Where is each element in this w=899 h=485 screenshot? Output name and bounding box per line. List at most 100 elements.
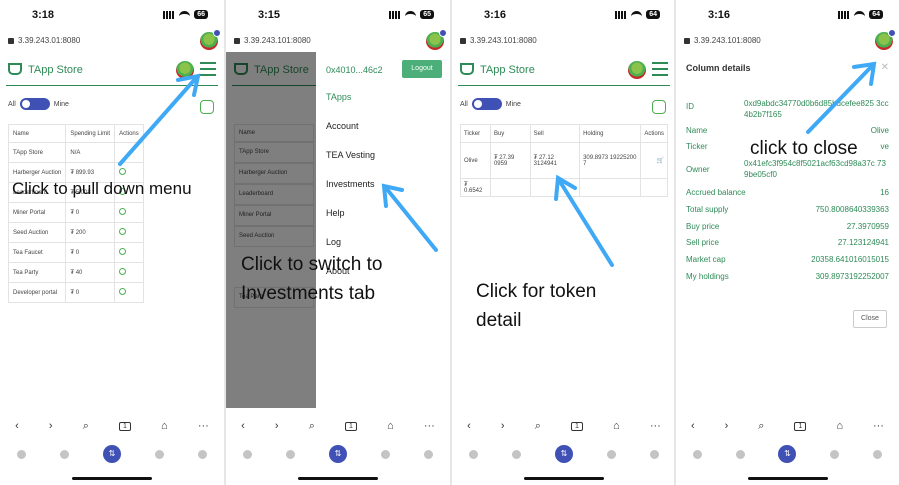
search-icon[interactable]: ⌕	[309, 420, 315, 433]
exchange-icon[interactable]: ⇅	[778, 445, 797, 463]
forward-icon[interactable]: ›	[49, 420, 53, 432]
wallet-icon[interactable]	[469, 449, 478, 459]
column-header: Actions	[640, 124, 668, 143]
menu-toggle-icon[interactable]	[652, 62, 668, 76]
exchange-icon[interactable]: ⇅	[103, 445, 121, 463]
cart-icon[interactable]: 🛒	[657, 158, 664, 164]
exchange-icon[interactable]: ⇅	[329, 445, 347, 463]
home-icon[interactable]: ⌂	[387, 420, 394, 432]
table-row[interactable]: Developer portal ₮ 0	[7, 282, 144, 303]
compass-icon[interactable]	[607, 449, 616, 459]
search-icon[interactable]: ⌕	[535, 420, 541, 433]
table-row[interactable]: Olive ₮ 27.39 0959 ₮ 27.12 3124941 309.8…	[460, 142, 668, 179]
clock-icon[interactable]	[735, 449, 745, 459]
close-button[interactable]: Close	[853, 310, 887, 328]
exchange-icon[interactable]: ⇅	[555, 445, 573, 463]
settings-icon[interactable]	[119, 248, 127, 255]
gear-icon[interactable]	[424, 449, 433, 459]
table-row[interactable]: Tea Faucet ₮ 0	[7, 242, 144, 263]
more-icon[interactable]: ···	[873, 420, 884, 432]
table-row[interactable]: Miner Portal ₮ 0	[7, 202, 144, 223]
back-icon[interactable]: ‹	[15, 420, 19, 432]
accrued-label: Accrued balance	[686, 188, 746, 197]
home-icon[interactable]: ⌂	[836, 420, 843, 432]
more-icon[interactable]: ···	[424, 420, 435, 432]
menu-item-log[interactable]: Log	[326, 237, 341, 247]
back-icon[interactable]: ‹	[467, 420, 471, 432]
menu-item-account[interactable]: Account	[326, 121, 359, 131]
user-avatar[interactable]	[426, 29, 447, 50]
settings-icon[interactable]	[119, 208, 127, 215]
gear-icon[interactable]	[198, 449, 207, 459]
menu-item-investments[interactable]: Investments	[326, 179, 375, 189]
tabs-icon[interactable]: 1	[119, 421, 131, 431]
search-icon[interactable]: ⌕	[758, 420, 764, 433]
table-row[interactable]: Tea Party ₮ 40	[7, 262, 144, 283]
address-bar[interactable]: 3.39.243.01:8080	[0, 29, 224, 52]
wallet-icon[interactable]	[243, 449, 252, 459]
table-row[interactable]: TApp Store N/A	[7, 142, 144, 163]
menu-item-tea-vesting[interactable]: TEA Vesting	[326, 150, 375, 160]
more-icon[interactable]: ···	[650, 420, 661, 432]
clock-icon[interactable]	[286, 449, 295, 459]
filter-toggle: All Mine	[8, 98, 69, 110]
tabs-icon[interactable]: 1	[345, 421, 357, 431]
refresh-icon[interactable]	[200, 100, 214, 114]
table-row[interactable]: Seed Auction ₮ 200	[7, 222, 144, 243]
compass-icon[interactable]	[381, 449, 390, 459]
cell-name: Seed Auction	[7, 222, 67, 243]
forward-icon[interactable]: ›	[275, 420, 279, 432]
settings-icon[interactable]	[119, 168, 127, 175]
back-icon[interactable]: ‹	[691, 420, 695, 432]
menu-item-tapps[interactable]: TApps	[326, 92, 351, 102]
home-icon[interactable]: ⌂	[613, 420, 620, 432]
account-address[interactable]: 0x4010...46c2	[326, 65, 383, 75]
menu-overlay[interactable]	[226, 52, 316, 408]
cell-holding: 309.8973 19225200 7	[579, 142, 642, 179]
column-header: Sell	[529, 124, 581, 143]
status-bar: 3:16 64	[676, 0, 899, 30]
mine-switch[interactable]	[19, 98, 50, 110]
more-icon[interactable]: ···	[198, 420, 209, 432]
menu-toggle-icon[interactable]	[200, 62, 216, 76]
wallet-icon[interactable]	[17, 449, 26, 459]
table-header-row: Ticker Buy Sell Holding Actions	[460, 124, 668, 143]
clock-icon[interactable]	[60, 449, 69, 459]
mine-switch[interactable]	[471, 98, 502, 110]
wallet-icon[interactable]	[692, 449, 702, 459]
header-avatar[interactable]	[628, 61, 646, 79]
menu-item-help[interactable]: Help	[326, 208, 345, 218]
back-icon[interactable]: ‹	[241, 420, 245, 432]
close-icon[interactable]: ✕	[881, 62, 889, 73]
tabs-icon[interactable]: 1	[794, 421, 807, 431]
settings-icon[interactable]	[119, 228, 127, 235]
address-bar[interactable]: 3.39.243.101:8080	[676, 29, 899, 52]
clock-icon[interactable]	[512, 449, 521, 459]
cell-limit: ₮ 0	[65, 202, 116, 223]
home-icon[interactable]: ⌂	[161, 420, 168, 432]
address-bar[interactable]: 3.39.243.101:8080	[226, 29, 450, 52]
notification-badge	[439, 29, 447, 37]
forward-icon[interactable]: ›	[725, 420, 729, 432]
compass-icon[interactable]	[830, 449, 840, 459]
settings-icon[interactable]	[119, 288, 127, 295]
logout-button[interactable]: Logout	[402, 60, 442, 78]
investments-table: Ticker Buy Sell Holding Actions Olive ₮ …	[460, 124, 668, 197]
header-avatar[interactable]	[176, 61, 194, 79]
search-icon[interactable]: ⌕	[83, 420, 89, 433]
owner-label: Owner	[686, 165, 710, 174]
user-avatar[interactable]	[200, 29, 221, 50]
gear-icon[interactable]	[650, 449, 659, 459]
address-bar[interactable]: 3.39.243.101:8080	[452, 32, 676, 52]
user-avatar[interactable]	[875, 29, 896, 50]
signal-icon	[163, 10, 176, 19]
tabs-icon[interactable]: 1	[571, 421, 583, 431]
settings-icon[interactable]	[119, 268, 127, 275]
cell-actions	[114, 282, 144, 303]
cell-sell[interactable]: ₮ 27.12 3124941	[529, 142, 581, 179]
compass-icon[interactable]	[155, 449, 164, 459]
gear-icon[interactable]	[873, 449, 883, 459]
status-time: 3:16	[708, 9, 731, 21]
forward-icon[interactable]: ›	[501, 420, 505, 432]
refresh-icon[interactable]	[652, 100, 666, 114]
